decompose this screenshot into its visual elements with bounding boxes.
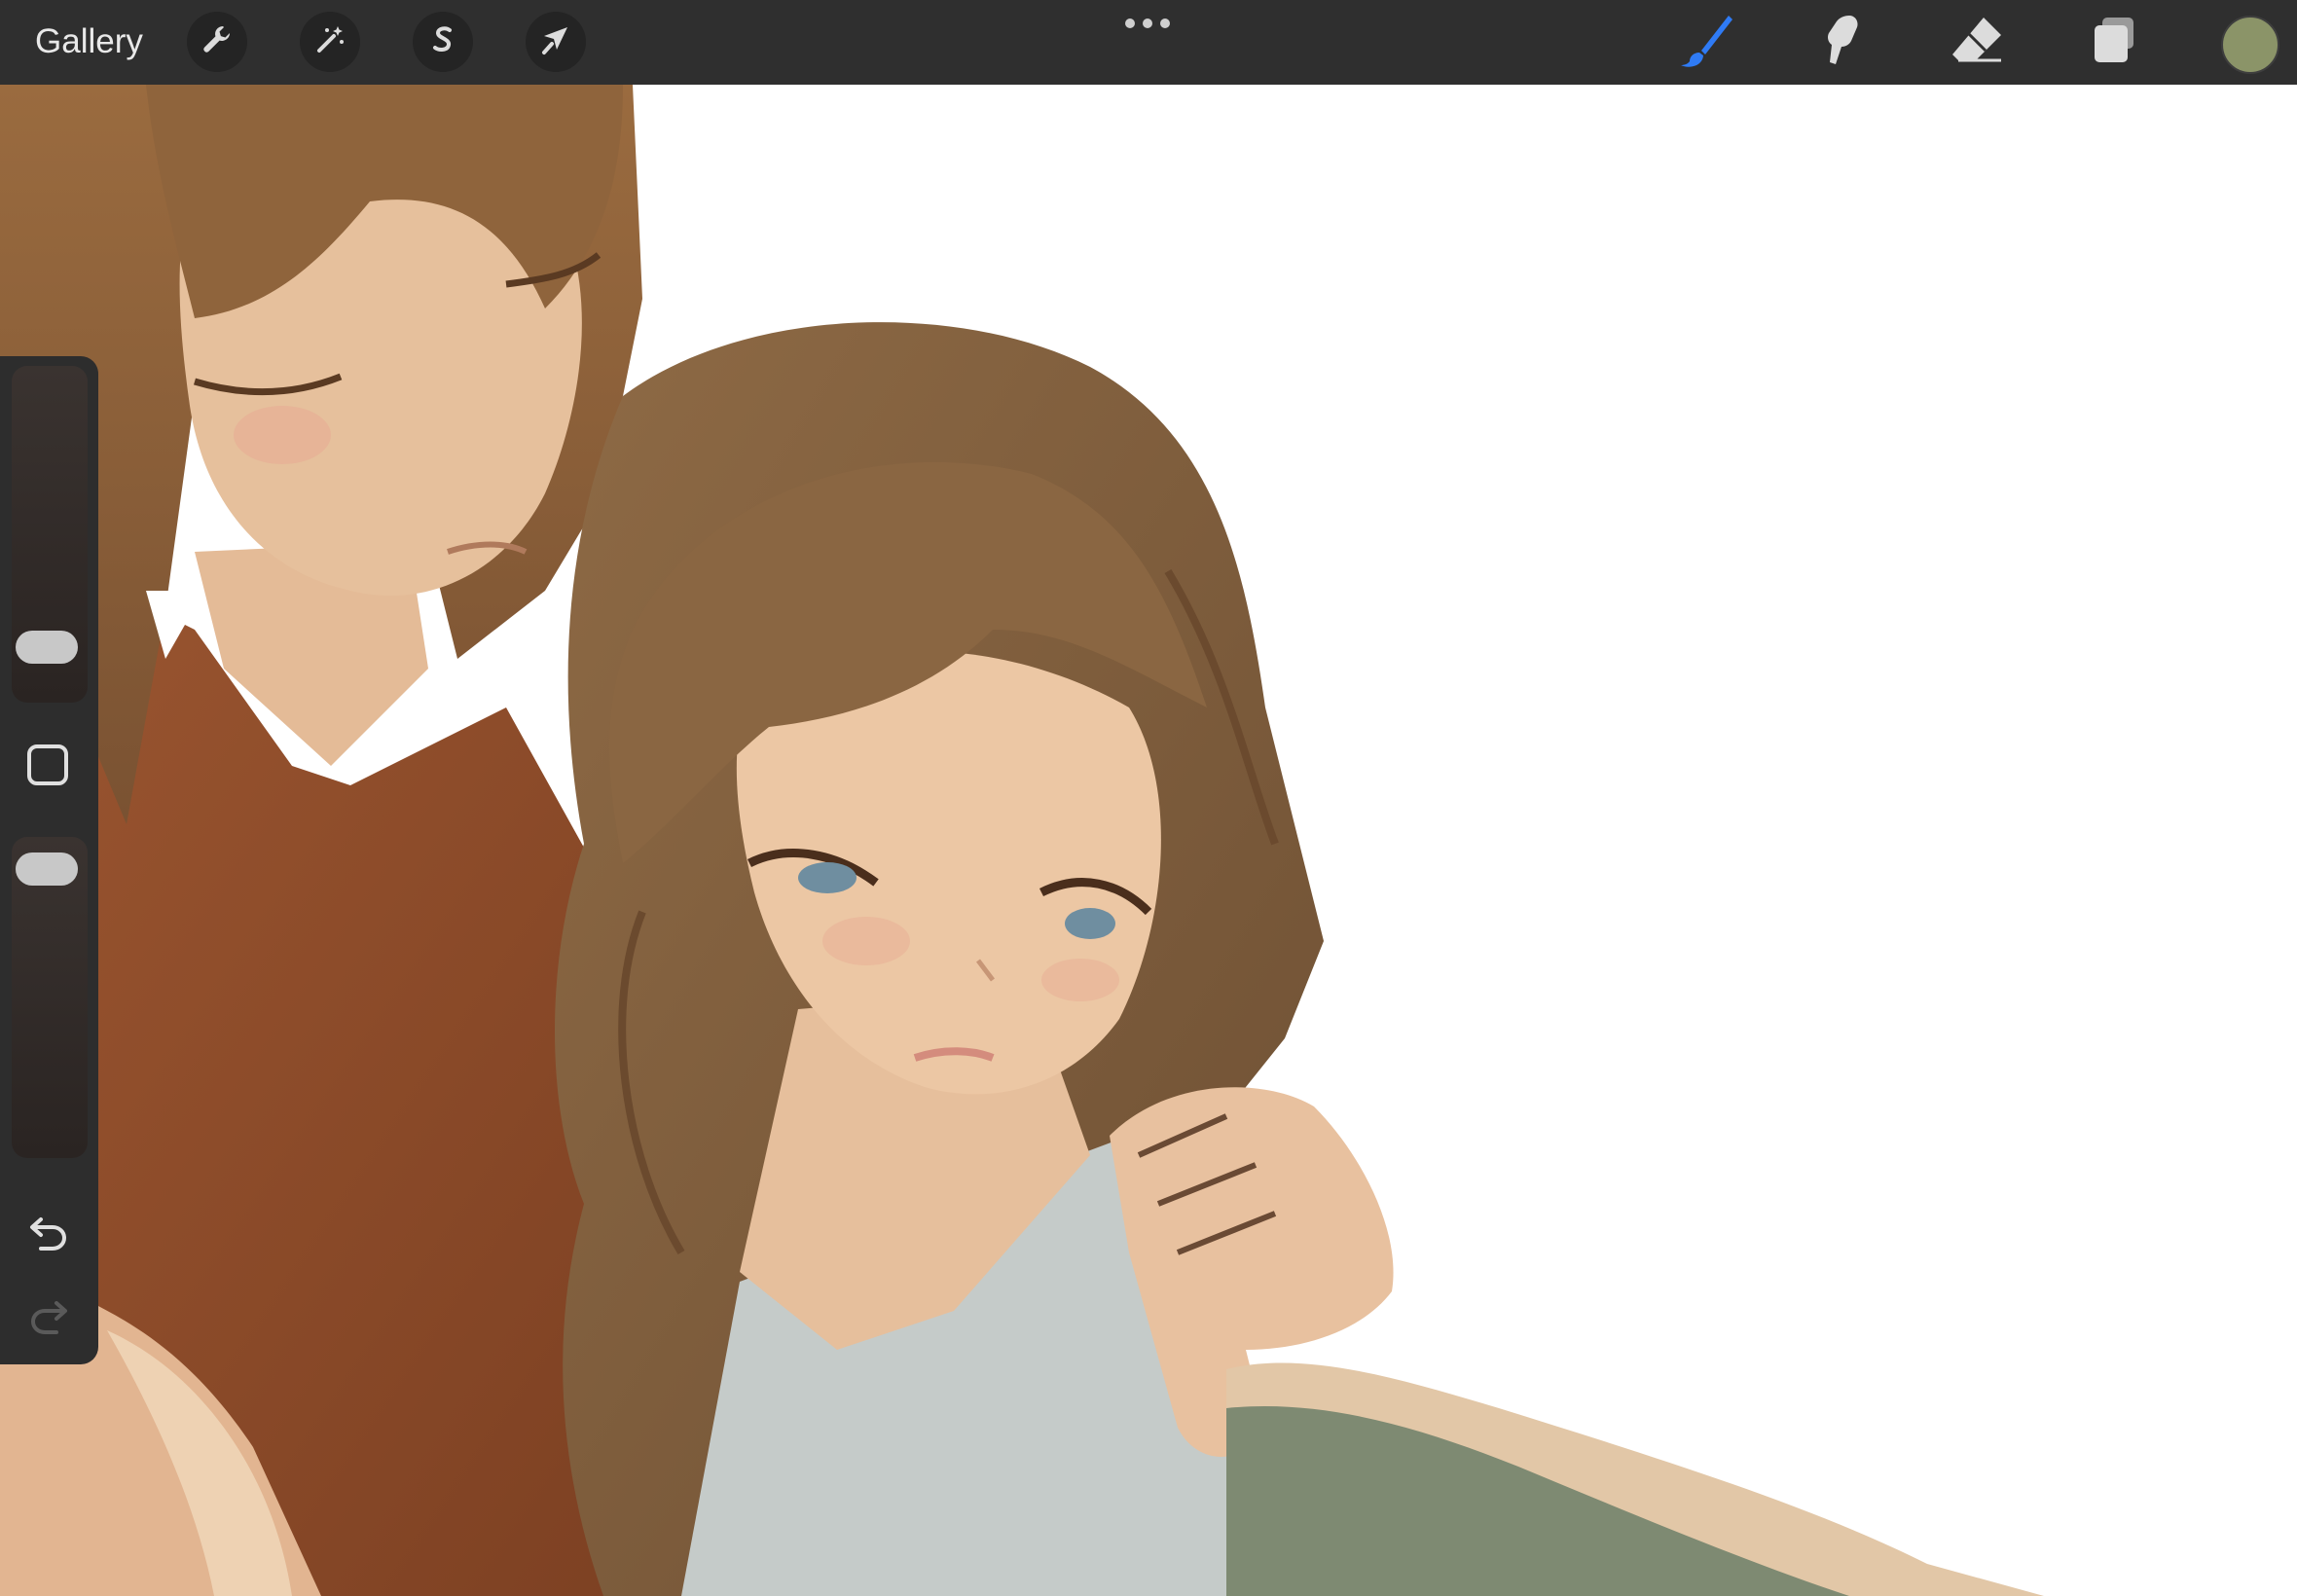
eraser-tool-button[interactable] <box>1949 14 2007 72</box>
more-dot <box>1143 18 1152 28</box>
eraser-icon <box>1949 12 2007 75</box>
more-dot <box>1160 18 1170 28</box>
left-sidebar <box>0 356 98 1364</box>
arrow-cursor-icon <box>538 22 573 62</box>
right-blush-1 <box>822 917 910 965</box>
artwork-illustration <box>0 85 2044 1596</box>
brush-icon <box>1678 12 1736 75</box>
brush-size-thumb[interactable] <box>16 630 78 664</box>
color-picker-swatch[interactable] <box>2221 16 2279 74</box>
smudge-icon <box>1812 12 1871 75</box>
opacity-thumb[interactable] <box>16 852 78 886</box>
redo-icon <box>27 1293 70 1341</box>
brush-size-slider[interactable] <box>12 366 88 703</box>
undo-button[interactable] <box>24 1209 73 1257</box>
gallery-button[interactable]: Gallery <box>35 19 143 64</box>
transform-button[interactable] <box>526 12 586 72</box>
undo-icon <box>27 1210 70 1257</box>
smudge-tool-button[interactable] <box>1812 14 1871 72</box>
opacity-slider[interactable] <box>12 837 88 1158</box>
more-dots-icon <box>1125 18 1135 28</box>
square-modify-icon <box>26 744 69 791</box>
adjustments-button[interactable] <box>300 12 360 72</box>
wrench-icon <box>200 22 235 62</box>
modify-button[interactable] <box>26 744 69 791</box>
layers-icon <box>2085 12 2143 75</box>
redo-button[interactable] <box>24 1292 73 1341</box>
brush-tool-button[interactable] <box>1678 14 1736 72</box>
top-toolbar: Gallery <box>0 0 2297 85</box>
actions-button[interactable] <box>187 12 247 72</box>
layers-button[interactable] <box>2085 14 2143 72</box>
right-eye-iris-1 <box>798 862 857 893</box>
drawing-canvas[interactable] <box>0 85 2297 1596</box>
more-options-button[interactable] <box>1125 18 1170 30</box>
selection-s-icon <box>425 22 460 62</box>
right-eye-iris-2 <box>1065 908 1115 939</box>
magic-wand-icon <box>312 22 347 62</box>
selection-button[interactable] <box>413 12 473 72</box>
right-blush-2 <box>1041 959 1119 1001</box>
left-blush <box>234 406 331 464</box>
